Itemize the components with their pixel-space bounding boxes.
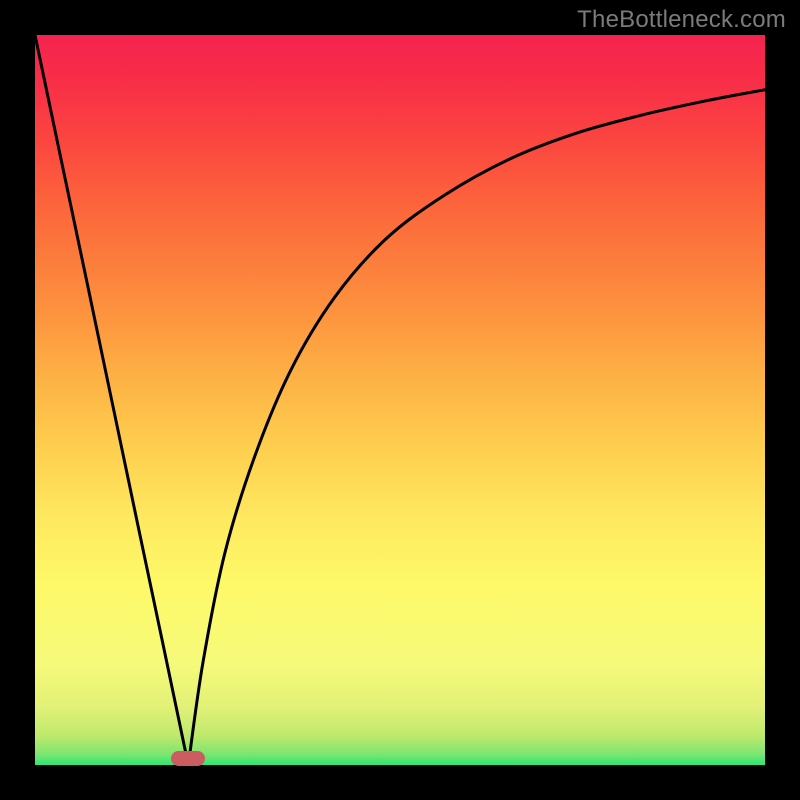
- chart-frame: TheBottleneck.com: [0, 0, 800, 800]
- bottleneck-curve: [35, 35, 765, 765]
- plot-area: [35, 35, 765, 765]
- watermark-text: TheBottleneck.com: [577, 6, 786, 34]
- optimal-marker: [171, 751, 205, 766]
- curve-layer: [35, 35, 765, 765]
